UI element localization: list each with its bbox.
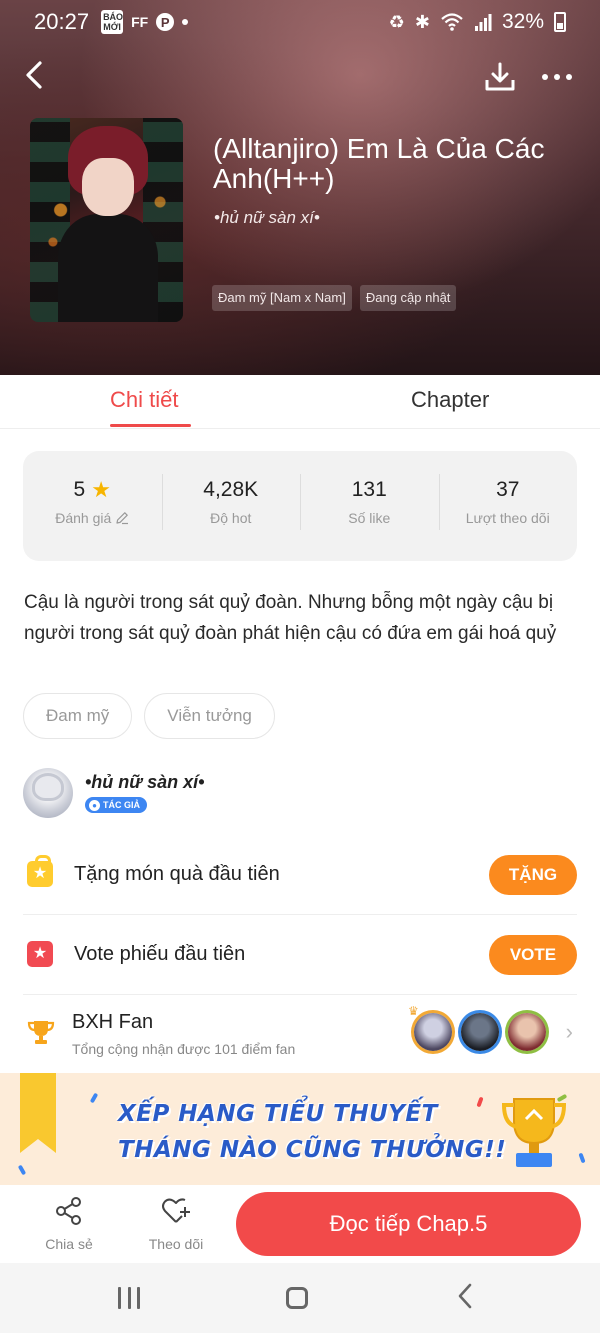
stat-rating[interactable]: 5 ★ Đánh giá xyxy=(23,476,162,536)
share-icon xyxy=(56,1197,81,1225)
home-button[interactable] xyxy=(286,1287,308,1309)
active-tab-indicator xyxy=(110,424,191,427)
stats-panel: 5 ★ Đánh giá 4,28K Độ hot 131 Số like 37… xyxy=(23,451,577,561)
fan-avatar[interactable]: ♛ xyxy=(408,1005,452,1051)
fan-avatar[interactable] xyxy=(508,1013,546,1051)
battery-percent: 32% xyxy=(501,10,544,33)
ff-icon: FF xyxy=(131,14,149,30)
recent-apps-button[interactable] xyxy=(118,1287,140,1309)
gift-row: Tặng món quà đầu tiên TẶNG xyxy=(23,835,577,915)
share-label: Chia sẻ xyxy=(45,1236,93,1252)
edit-icon[interactable] xyxy=(115,511,129,525)
vote-row: Vote phiếu đầu tiên VOTE xyxy=(23,915,577,995)
trophy-icon xyxy=(27,1021,55,1044)
status-tag: Đang cập nhật xyxy=(359,285,457,311)
genre-chip[interactable]: Viễn tưởng xyxy=(144,693,275,739)
bookmark-icon xyxy=(20,1073,56,1153)
system-back-button[interactable] xyxy=(454,1281,476,1317)
back-button[interactable] xyxy=(20,58,56,94)
star-icon: ★ xyxy=(91,477,111,502)
book-description: Cậu là người trong sát quỷ đoàn. Nhưng b… xyxy=(24,592,557,644)
banner-line-1: XẾP HẠNG TIỂU THUYẾT xyxy=(118,1101,438,1127)
genre-chip[interactable]: Đam mỹ xyxy=(23,693,133,739)
rating-value: 5 xyxy=(73,478,86,501)
share-button[interactable]: Chia sẻ xyxy=(29,1195,109,1252)
tab-chapter[interactable]: Chapter xyxy=(411,387,489,413)
status-bar: 20:27 BÁO MỚI FF P ♻ ✱ 32% xyxy=(0,0,600,44)
author-name[interactable]: •hủ nữ sàn xí• xyxy=(85,772,204,793)
book-title: (Alltanjiro) Em Là Của Các Anh(H++) xyxy=(213,133,545,194)
stat-hot: 4,28K Độ hot xyxy=(161,474,301,536)
followers-label: Lượt theo dõi xyxy=(465,510,550,526)
banner-line-2: THÁNG NÀO CŨNG THƯỞNG!! xyxy=(118,1137,507,1163)
stat-likes: 131 Số like xyxy=(300,474,439,536)
fan-avatar[interactable] xyxy=(461,1013,499,1051)
status-time: 20:27 xyxy=(34,9,90,34)
vote-text: Vote phiếu đầu tiên xyxy=(74,943,246,965)
hero-tags: Đam mỹ [Nam x Nam] Đang cập nhật xyxy=(212,285,457,311)
download-icon xyxy=(485,62,515,91)
followers-value: 37 xyxy=(496,478,520,501)
top-fans: ♛ xyxy=(408,1005,546,1051)
gift-text: Tặng món quà đầu tiên xyxy=(74,863,280,885)
rating-label: Đánh giá xyxy=(55,510,112,526)
gift-button[interactable]: TẶNG xyxy=(489,855,577,895)
fan-ranking-subtitle: Tổng cộng nhận được 101 điểm fan xyxy=(72,1041,296,1057)
book-author[interactable]: •hủ nữ sàn xí• xyxy=(214,208,320,228)
author-avatar[interactable] xyxy=(23,768,73,818)
gift-icon xyxy=(27,855,53,887)
continue-reading-button[interactable]: Đọc tiếp Chap.5 xyxy=(236,1192,581,1256)
system-navigation-bar xyxy=(0,1263,600,1333)
bluetooth-icon: ✱ xyxy=(414,11,430,32)
fan-ranking-row[interactable]: BXH Fan Tổng cộng nhận được 101 điểm fan… xyxy=(23,995,577,1073)
recycle-icon: ♻ xyxy=(388,11,405,32)
pinterest-icon: P xyxy=(156,13,175,31)
chevron-left-icon xyxy=(26,61,42,89)
stat-followers: 37 Lượt theo dõi xyxy=(438,474,578,536)
follow-label: Theo dõi xyxy=(148,1236,204,1252)
wifi-icon xyxy=(441,13,463,31)
notification-dot-icon xyxy=(182,19,189,25)
signal-icon xyxy=(474,14,492,31)
promo-banner[interactable]: XẾP HẠNG TIỂU THUYẾT THÁNG NÀO CŨNG THƯỞ… xyxy=(0,1073,600,1185)
likes-label: Số like xyxy=(348,510,391,526)
bottom-action-bar: Chia sẻ Theo dõi Đọc tiếp Chap.5 xyxy=(0,1185,600,1263)
gold-trophy-icon xyxy=(501,1098,567,1167)
chevron-right-icon: › xyxy=(565,1019,573,1044)
heart-plus-icon xyxy=(162,1198,190,1223)
book-cover xyxy=(30,118,183,322)
more-dot-icon xyxy=(542,74,548,80)
likes-value: 131 xyxy=(351,478,387,501)
drop-icon: ● xyxy=(89,799,100,811)
battery-icon xyxy=(554,12,566,32)
tab-detail[interactable]: Chi tiết xyxy=(110,387,178,413)
hero-header: 20:27 BÁO MỚI FF P ♻ ✱ 32% (Alltanjiro) xyxy=(0,0,600,375)
fan-ranking-title: BXH Fan xyxy=(72,1011,154,1033)
hot-label: Độ hot xyxy=(210,510,252,526)
genre-list: Đam mỹ Viễn tưởng xyxy=(23,693,275,739)
vote-button[interactable]: VOTE xyxy=(489,935,577,975)
author-badge-label: TÁC GIẢ xyxy=(103,800,140,810)
download-button[interactable] xyxy=(483,60,517,94)
author-badge: ● TÁC GIẢ xyxy=(85,797,147,813)
chevron-left-icon xyxy=(458,1283,472,1309)
hot-value: 4,28K xyxy=(203,478,259,501)
baomoi-icon: BÁO MỚI xyxy=(101,10,124,34)
more-options-button[interactable] xyxy=(542,74,572,80)
ticket-icon xyxy=(27,941,53,967)
tab-bar: Chi tiết Chapter xyxy=(0,375,600,429)
follow-button[interactable]: Theo dõi xyxy=(136,1195,216,1252)
crown-icon: ♛ xyxy=(408,1004,419,1018)
category-tag[interactable]: Đam mỹ [Nam x Nam] xyxy=(212,285,352,311)
author-row[interactable]: •hủ nữ sàn xí• ● TÁC GIẢ xyxy=(23,768,577,818)
